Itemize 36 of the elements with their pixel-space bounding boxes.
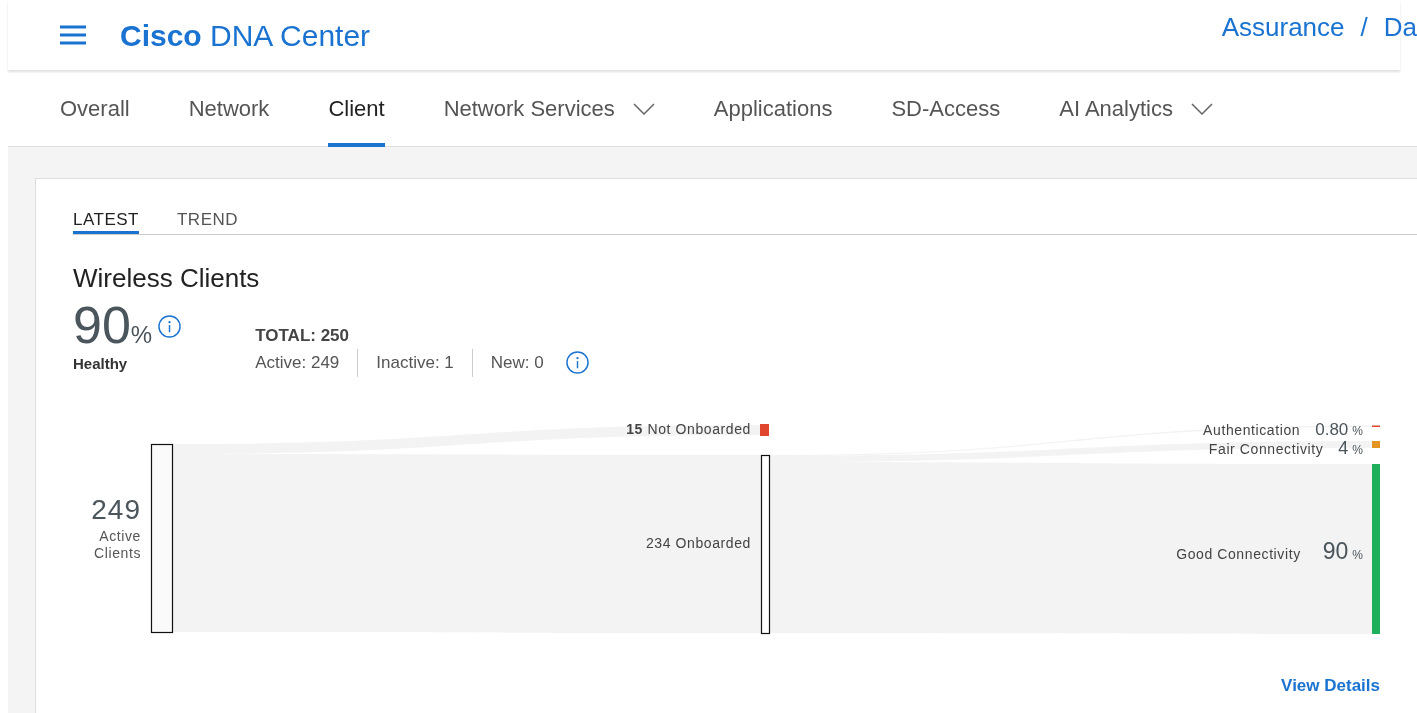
info-icon[interactable] — [565, 351, 589, 374]
section-title: Wireless Clients — [73, 265, 261, 291]
outcome-label: Authentication — [1203, 420, 1301, 440]
total-count: TOTAL: 250 — [255, 325, 351, 347]
view-tab[interactable]: TREND — [177, 197, 239, 234]
client-count: Active: 249 — [255, 351, 341, 374]
info-icon[interactable] — [158, 314, 182, 338]
node-label: Active Clients — [93, 527, 141, 562]
client-count: Inactive: 1 — [357, 348, 472, 377]
outcome-label: Fair Connectivity — [1208, 439, 1324, 459]
client-count: New: 0 — [471, 348, 562, 377]
percent-unit: % — [1352, 422, 1363, 440]
outcome-label: Good Connectivity — [1176, 544, 1301, 564]
client-count: 249 — [90, 495, 141, 524]
breadcrumb-link[interactable]: Assurance — [1221, 8, 1345, 47]
app-title[interactable]: Cisco DNA Center — [120, 12, 371, 58]
nav-tab[interactable]: AI Analytics — [1059, 70, 1213, 147]
outcome-value: 90 — [1322, 536, 1349, 566]
nav-tab[interactable]: Applications — [713, 70, 833, 147]
breadcrumb-link[interactable]: Da — [1383, 8, 1417, 47]
node-label: 234 Onboarded — [645, 533, 751, 553]
health-value: 90 — [73, 299, 131, 351]
nav-tab[interactable]: Client — [328, 70, 385, 147]
nav-tab[interactable]: Overall — [60, 70, 130, 147]
view-tab[interactable]: LATEST — [73, 197, 139, 234]
node-label: 15 Not Onboarded — [626, 419, 751, 439]
nav-tab[interactable]: SD-Access — [891, 70, 1001, 147]
percent-unit: % — [1352, 441, 1363, 459]
breadcrumb-separator: / — [1360, 11, 1368, 44]
nav-tab[interactable]: Network Services — [443, 70, 655, 147]
menu-icon[interactable] — [60, 25, 86, 45]
percent-unit: % — [1352, 546, 1363, 564]
percent-unit: % — [130, 321, 153, 350]
view-details-link[interactable]: View Details — [1281, 672, 1380, 698]
health-label: Healthy — [73, 354, 129, 374]
nav-tab[interactable]: Network — [188, 70, 270, 147]
